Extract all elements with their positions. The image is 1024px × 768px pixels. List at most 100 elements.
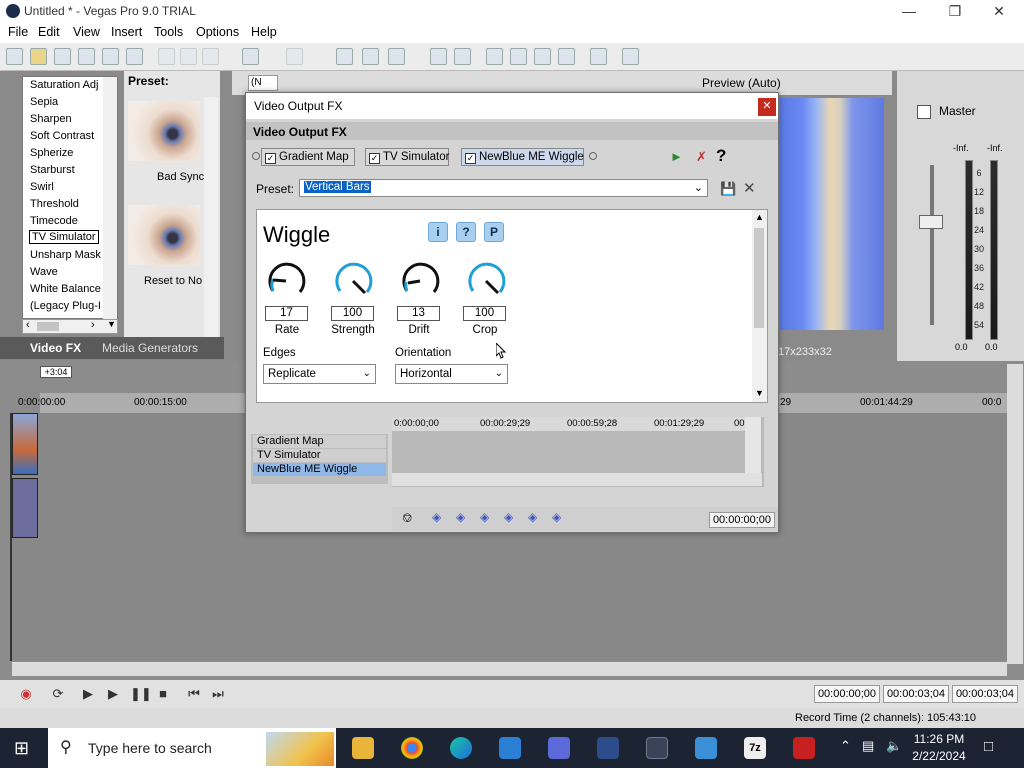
scroll-down-icon[interactable]: ▼ xyxy=(755,388,764,398)
undo-icon[interactable] xyxy=(242,48,259,65)
plugin-panel-scrollbar[interactable]: ▲ ▼ xyxy=(752,210,767,402)
taskbar-search-box[interactable]: ⚲ Type here to search xyxy=(48,728,336,768)
save-icon[interactable] xyxy=(54,48,71,65)
start-windows-icon[interactable]: ⊞ xyxy=(14,738,29,759)
menu-options[interactable]: Options xyxy=(196,25,239,39)
scroll-left-icon[interactable]: ‹ xyxy=(26,319,30,331)
minimize-button[interactable]: — xyxy=(886,0,932,23)
menu-insert[interactable]: Insert xyxy=(111,25,142,39)
fx-item[interactable]: Swirl xyxy=(30,181,54,193)
rate-knob[interactable] xyxy=(263,258,309,304)
fx-item[interactable]: Threshold xyxy=(30,198,79,210)
paste-icon[interactable] xyxy=(202,48,219,65)
redo-icon[interactable] xyxy=(286,48,303,65)
rate-value[interactable]: 17 xyxy=(265,306,308,321)
plugin-chain-icon[interactable]: ► xyxy=(670,149,683,164)
auto-ripple-icon[interactable] xyxy=(454,48,471,65)
chain-fx-newblue-wiggle[interactable]: ✓ NewBlue ME Wiggle xyxy=(461,148,584,166)
kf-track-gradient-map[interactable]: Gradient Map xyxy=(253,435,386,448)
fx-list-horizontal-scrollbar[interactable]: ‹ › ▼ xyxy=(22,319,118,334)
save-as-icon[interactable] xyxy=(78,48,95,65)
next-keyframe-icon[interactable]: ◈ xyxy=(504,510,513,524)
fx-item[interactable]: White Balance xyxy=(30,283,101,295)
open-folder-icon[interactable] xyxy=(30,48,47,65)
crossfade-icon[interactable] xyxy=(510,48,527,65)
keyframe-ruler[interactable]: 0:00:00;00 00:00:29;29 00:00:59;28 00:01… xyxy=(392,417,745,431)
virtualbox-icon[interactable] xyxy=(695,737,717,759)
fx-item[interactable]: Saturation Adj xyxy=(30,79,99,91)
play-from-start-button[interactable]: ▶ xyxy=(80,686,96,702)
fx-item[interactable]: Starburst xyxy=(30,164,75,176)
dialog-title-bar[interactable]: Video Output FX xyxy=(246,93,778,119)
add-keyframe-icon[interactable]: ◈ xyxy=(480,510,489,524)
volume-muted-icon[interactable]: 🔈 xyxy=(886,738,902,754)
close-window-button[interactable]: ✕ xyxy=(976,0,1022,23)
envelope-tool-icon[interactable] xyxy=(362,48,379,65)
first-keyframe-icon[interactable]: ◈ xyxy=(432,510,441,524)
fx-item[interactable]: Sepia xyxy=(30,96,58,108)
fx-list-vertical-scrollbar[interactable] xyxy=(103,77,117,319)
solitaire-icon[interactable] xyxy=(597,737,619,759)
lock-envelopes-icon[interactable] xyxy=(534,48,551,65)
drift-value[interactable]: 13 xyxy=(397,306,440,321)
dialog-close-button[interactable]: ✕ xyxy=(758,98,776,116)
go-to-end-button[interactable]: ⏭ xyxy=(210,686,226,702)
new-project-icon[interactable] xyxy=(6,48,23,65)
keyframe-horizontal-scrollbar[interactable] xyxy=(392,473,762,486)
menu-help[interactable]: Help xyxy=(251,25,277,39)
chain-fx-tv-simulator[interactable]: ✓ TV Simulator xyxy=(365,148,449,166)
last-keyframe-icon[interactable]: ◈ xyxy=(528,510,537,524)
fx-item[interactable]: (Legacy Plug-I xyxy=(30,300,101,312)
timeline-vertical-scrollbar[interactable] xyxy=(1007,364,1023,664)
scroll-thumb[interactable] xyxy=(754,228,764,328)
checkbox-checked-icon[interactable]: ✓ xyxy=(369,153,380,164)
kf-track-tv-simulator[interactable]: TV Simulator xyxy=(253,449,386,462)
file-explorer-icon[interactable] xyxy=(352,737,374,759)
normal-edit-tool-icon[interactable] xyxy=(336,48,353,65)
kf-track-newblue-wiggle[interactable]: NewBlue ME Wiggle xyxy=(253,463,386,476)
master-fader-handle[interactable] xyxy=(919,215,943,229)
ignore-grouping-icon[interactable] xyxy=(558,48,575,65)
selection-tool-icon[interactable] xyxy=(388,48,405,65)
show-hidden-icons-icon[interactable]: ⌃ xyxy=(840,738,851,754)
menu-tools[interactable]: Tools xyxy=(154,25,183,39)
pause-button[interactable]: ❚❚ xyxy=(130,686,152,702)
snap-icon[interactable] xyxy=(486,48,503,65)
delete-preset-icon[interactable]: ✕ xyxy=(743,179,756,197)
video-editor-icon[interactable] xyxy=(548,737,570,759)
audio-clip[interactable] xyxy=(12,478,38,538)
render-icon[interactable] xyxy=(102,48,119,65)
fx-item-selected[interactable]: TV Simulator xyxy=(29,230,99,244)
help-button[interactable]: ? xyxy=(456,222,476,242)
whats-this-help-icon[interactable] xyxy=(622,48,639,65)
zoom-tool-icon[interactable] xyxy=(430,48,447,65)
remove-plugin-icon[interactable]: ✗ xyxy=(696,149,707,165)
crop-value[interactable]: 100 xyxy=(463,306,506,321)
go-to-start-button[interactable]: ⏮ xyxy=(186,686,202,702)
help-icon[interactable]: ? xyxy=(716,146,726,166)
strength-knob[interactable] xyxy=(330,258,376,304)
chain-fx-gradient-map[interactable]: ✓ Gradient Map xyxy=(261,148,355,166)
media-fx-icon[interactable] xyxy=(590,48,607,65)
fx-item[interactable]: Wave xyxy=(30,266,58,278)
photos-icon[interactable] xyxy=(499,737,521,759)
menu-file[interactable]: File xyxy=(8,25,28,39)
menu-edit[interactable]: Edit xyxy=(38,25,60,39)
sync-cursor-icon[interactable]: ⎊ xyxy=(402,510,412,526)
notifications-icon[interactable]: □ xyxy=(984,738,993,755)
edges-dropdown[interactable]: Replicate ⌄ xyxy=(263,364,376,384)
info-button[interactable]: i xyxy=(428,222,448,242)
checkbox-checked-icon[interactable]: ✓ xyxy=(465,153,476,164)
timeline-horizontal-scrollbar[interactable] xyxy=(12,662,1007,676)
cut-icon[interactable] xyxy=(158,48,175,65)
preset-thumbnail-reset[interactable] xyxy=(128,205,200,265)
previous-keyframe-icon[interactable]: ◈ xyxy=(456,510,465,524)
scroll-down-icon[interactable]: ▼ xyxy=(107,319,116,329)
scroll-up-icon[interactable]: ▲ xyxy=(755,212,764,222)
drift-knob[interactable] xyxy=(397,258,443,304)
preview-device-select[interactable]: (N xyxy=(248,75,278,91)
keyframe-timeline[interactable]: 0:00:00;00 00:00:29;29 00:00:59;28 00:01… xyxy=(392,417,764,487)
save-preset-icon[interactable]: 💾 xyxy=(720,181,736,197)
preset-dropdown[interactable]: Vertical Bars ⌄ xyxy=(299,179,708,197)
delete-keyframe-icon[interactable]: ◈ xyxy=(552,510,561,524)
